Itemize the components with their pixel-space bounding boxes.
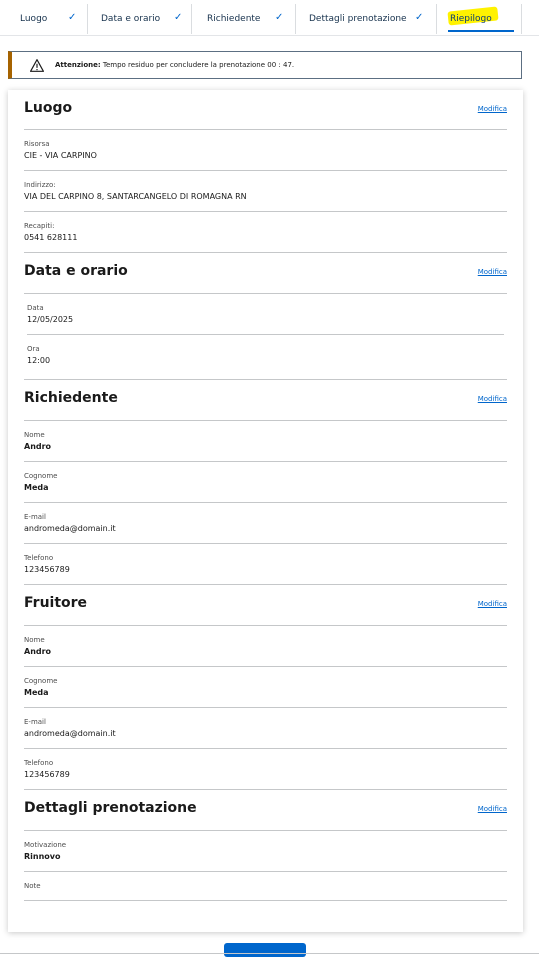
field-label: E-mail bbox=[24, 513, 46, 521]
step-dettagli[interactable]: Dettagli prenotazione ✓ bbox=[297, 4, 437, 34]
step-label: Riepilogo bbox=[450, 14, 492, 24]
step-luogo[interactable]: Luogo ✓ bbox=[8, 4, 88, 34]
field-label: Nome bbox=[24, 636, 45, 644]
edit-fruitore-link[interactable]: Modifica bbox=[478, 600, 507, 608]
edit-data-link[interactable]: Modifica bbox=[478, 268, 507, 276]
divider bbox=[24, 871, 507, 872]
check-icon: ✓ bbox=[415, 12, 424, 23]
divider bbox=[24, 170, 507, 171]
section-title-fruitore: Fruitore bbox=[24, 595, 88, 611]
field-label: Indirizzo: bbox=[24, 181, 56, 189]
stepper-divider bbox=[0, 35, 539, 36]
field-label: Risorsa bbox=[24, 140, 50, 148]
divider bbox=[24, 129, 507, 130]
field-label: Cognome bbox=[24, 472, 58, 480]
field-value: 0541 628111 bbox=[24, 233, 78, 242]
field-label: Telefono bbox=[24, 554, 54, 562]
check-icon: ✓ bbox=[275, 12, 284, 23]
alert-text: Attenzione: Tempo residuo per concludere… bbox=[55, 61, 294, 69]
check-icon: ✓ bbox=[68, 12, 77, 23]
section-title-dettagli: Dettagli prenotazione bbox=[24, 800, 197, 816]
field-value: 123456789 bbox=[24, 770, 70, 779]
field-label: Note bbox=[24, 882, 41, 890]
edit-luogo-link[interactable]: Modifica bbox=[478, 105, 507, 113]
field-label: Telefono bbox=[24, 759, 54, 767]
alert-strong: Attenzione: bbox=[55, 61, 101, 69]
divider bbox=[24, 830, 507, 831]
field-label: Motivazione bbox=[24, 841, 67, 849]
field-value: 12:00 bbox=[27, 356, 51, 365]
divider bbox=[24, 748, 507, 749]
check-icon: ✓ bbox=[174, 12, 183, 23]
warning-icon bbox=[30, 59, 44, 72]
field-label: Data bbox=[27, 304, 44, 312]
field-value: Rinnovo bbox=[24, 852, 61, 861]
section-title-data: Data e orario bbox=[24, 263, 128, 279]
edit-richiedente-link[interactable]: Modifica bbox=[478, 395, 507, 403]
field-value: andromeda@domain.it bbox=[24, 524, 116, 533]
field-label: Ora bbox=[27, 345, 40, 353]
step-richiedente[interactable]: Richiedente ✓ bbox=[195, 4, 296, 34]
alert-message: Tempo residuo per concludere la prenotaz… bbox=[102, 61, 295, 69]
step-divider bbox=[191, 4, 192, 34]
section-title-luogo: Luogo bbox=[24, 100, 73, 116]
step-divider bbox=[87, 4, 88, 34]
divider bbox=[24, 211, 507, 212]
step-label: Dettagli prenotazione bbox=[309, 14, 407, 24]
divider bbox=[24, 625, 507, 626]
divider bbox=[24, 293, 507, 294]
summary-card: Luogo Modifica Risorsa CIE - VIA CARPINO… bbox=[8, 90, 523, 932]
active-step-underline bbox=[448, 30, 514, 32]
divider bbox=[24, 420, 507, 421]
divider bbox=[24, 543, 507, 544]
divider bbox=[24, 666, 507, 667]
step-data-orario[interactable]: Data e orario ✓ bbox=[89, 4, 192, 34]
field-label: E-mail bbox=[24, 718, 46, 726]
step-label: Richiedente bbox=[207, 14, 261, 24]
step-label: Luogo bbox=[20, 14, 48, 24]
field-label: Cognome bbox=[24, 677, 58, 685]
divider bbox=[24, 584, 507, 585]
step-divider bbox=[295, 4, 296, 34]
step-label: Data e orario bbox=[101, 14, 161, 24]
step-divider bbox=[521, 4, 522, 34]
field-value: VIA DEL CARPINO 8, SANTARCANGELO DI ROMA… bbox=[24, 192, 247, 201]
divider bbox=[24, 461, 507, 462]
divider bbox=[24, 379, 507, 380]
field-label: Recapiti: bbox=[24, 222, 55, 230]
edit-dettagli-link[interactable]: Modifica bbox=[478, 805, 507, 813]
divider bbox=[24, 900, 507, 901]
step-riepilogo[interactable]: Riepilogo bbox=[438, 4, 522, 34]
divider bbox=[24, 252, 507, 253]
field-label: Nome bbox=[24, 431, 45, 439]
bottom-divider bbox=[0, 953, 539, 954]
step-divider bbox=[436, 4, 437, 34]
field-value: Meda bbox=[24, 483, 49, 492]
field-value: 12/05/2025 bbox=[27, 315, 74, 324]
field-value: CIE - VIA CARPINO bbox=[24, 151, 97, 160]
divider bbox=[27, 334, 504, 335]
field-value: Andro bbox=[24, 647, 52, 656]
field-value: Meda bbox=[24, 688, 49, 697]
section-title-richiedente: Richiedente bbox=[24, 390, 118, 406]
timer-alert: Attenzione: Tempo residuo per concludere… bbox=[8, 51, 522, 79]
stepper: Luogo ✓ Data e orario ✓ Richiedente ✓ De… bbox=[0, 0, 539, 36]
field-value: 123456789 bbox=[24, 565, 70, 574]
divider bbox=[24, 502, 507, 503]
divider bbox=[24, 789, 507, 790]
field-value: andromeda@domain.it bbox=[24, 729, 116, 738]
divider bbox=[24, 707, 507, 708]
field-value: Andro bbox=[24, 442, 52, 451]
